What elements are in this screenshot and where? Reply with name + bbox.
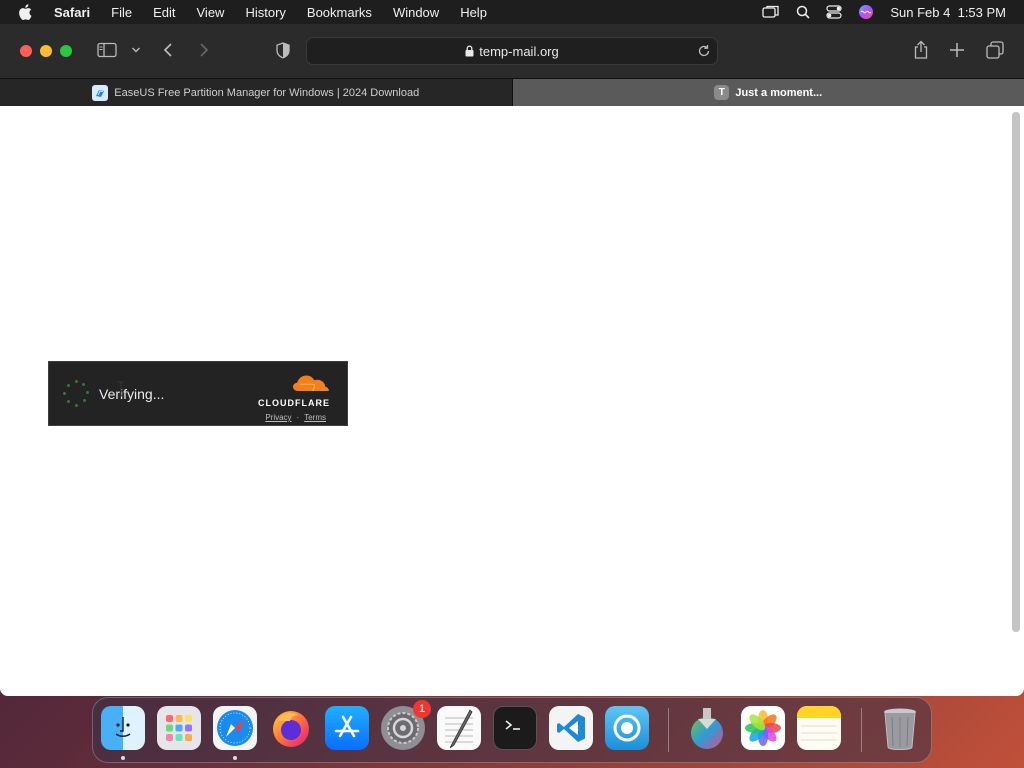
proxyman-icon[interactable] bbox=[605, 706, 649, 750]
loading-spinner-icon bbox=[61, 379, 91, 409]
minimize-window-button[interactable] bbox=[40, 45, 52, 57]
text-cursor-icon bbox=[116, 381, 126, 402]
reload-icon[interactable] bbox=[697, 44, 711, 58]
easeus-icon bbox=[92, 84, 109, 101]
downloads-icon[interactable] bbox=[685, 706, 729, 750]
privacy-link[interactable]: Privacy bbox=[265, 413, 291, 422]
finder-running-indicator bbox=[121, 756, 125, 760]
siri-icon[interactable] bbox=[858, 4, 874, 20]
notification-badge: 1 bbox=[413, 700, 431, 718]
tab-easeus[interactable]: EaseUS Free Partition Manager for Window… bbox=[0, 79, 513, 106]
menu-bar: Safari File Edit View History Bookmarks … bbox=[0, 0, 1024, 24]
sidebar-toggle-icon[interactable] bbox=[97, 42, 117, 58]
vscode-icon[interactable] bbox=[549, 706, 593, 750]
photos-icon[interactable] bbox=[741, 706, 785, 750]
verification-status: Verifying... bbox=[99, 385, 165, 402]
safari-window: temp-mail.org EaseUS Free Partition Mana… bbox=[0, 24, 1024, 696]
apple-menu-icon[interactable] bbox=[18, 4, 38, 20]
forward-button[interactable] bbox=[198, 42, 210, 58]
close-window-button[interactable] bbox=[20, 45, 32, 57]
address-bar[interactable]: temp-mail.org bbox=[306, 37, 718, 65]
new-tab-icon[interactable] bbox=[949, 42, 965, 58]
launchpad-icon[interactable] bbox=[157, 706, 201, 750]
privacy-shield-icon[interactable] bbox=[275, 42, 291, 59]
lock-icon bbox=[465, 45, 474, 57]
safari-icon[interactable] bbox=[213, 706, 257, 750]
zoom-window-button[interactable] bbox=[60, 45, 72, 57]
cloudflare-logo-text: CLOUDFLARE bbox=[258, 398, 330, 408]
cloudflare-links: Privacy · Terms bbox=[265, 413, 326, 422]
browser-toolbar: temp-mail.org bbox=[0, 24, 1024, 78]
menu-app-name[interactable]: Safari bbox=[54, 5, 90, 20]
screen-mirroring-icon[interactable] bbox=[762, 5, 780, 19]
address-text: temp-mail.org bbox=[479, 43, 559, 59]
dock-separator bbox=[861, 708, 862, 752]
menu-help[interactable]: Help bbox=[460, 5, 487, 20]
menu-view[interactable]: View bbox=[197, 5, 225, 20]
tab-bar: EaseUS Free Partition Manager for Window… bbox=[0, 78, 1024, 106]
tab-title: EaseUS Free Partition Manager for Window… bbox=[114, 86, 420, 99]
notes-icon[interactable] bbox=[797, 706, 841, 750]
control-center-icon[interactable] bbox=[826, 5, 842, 19]
terms-link[interactable]: Terms bbox=[304, 413, 326, 422]
tab-just-a-moment[interactable]: T Just a moment... bbox=[512, 79, 1024, 106]
menu-window[interactable]: Window bbox=[393, 5, 439, 20]
menu-history[interactable]: History bbox=[245, 5, 285, 20]
chevron-down-icon[interactable] bbox=[131, 46, 141, 54]
dock: 1 bbox=[92, 697, 932, 763]
vertical-scrollbar[interactable] bbox=[1012, 112, 1020, 632]
trash-icon[interactable] bbox=[878, 706, 922, 750]
tab-title: Just a moment... bbox=[735, 86, 823, 99]
safari-running-indicator bbox=[233, 756, 237, 760]
spotlight-search-icon[interactable] bbox=[796, 5, 810, 19]
tab-favicon-t: T bbox=[714, 85, 730, 100]
back-button[interactable] bbox=[162, 42, 174, 58]
menu-file[interactable]: File bbox=[111, 5, 132, 20]
finder-icon[interactable] bbox=[101, 706, 145, 750]
system-settings-icon[interactable]: 1 bbox=[381, 700, 431, 750]
page-content: Verifying... CLOUDFLARE Privacy · Terms bbox=[0, 106, 1024, 696]
firefox-icon[interactable] bbox=[269, 706, 313, 750]
tab-overview-icon[interactable] bbox=[986, 41, 1004, 59]
menubar-clock[interactable]: Sun Feb 4 1:53 PM bbox=[890, 5, 1006, 20]
cloudflare-branding: CLOUDFLARE Privacy · Terms bbox=[258, 374, 330, 422]
app-store-icon[interactable] bbox=[325, 706, 369, 750]
links-separator: · bbox=[296, 413, 300, 422]
menu-edit[interactable]: Edit bbox=[153, 5, 175, 20]
cloudflare-challenge-widget[interactable]: Verifying... CLOUDFLARE Privacy · Terms bbox=[48, 361, 348, 426]
window-controls bbox=[20, 45, 72, 57]
cloudflare-cloud-icon bbox=[292, 374, 330, 397]
menu-bookmarks[interactable]: Bookmarks bbox=[307, 5, 372, 20]
terminal-icon[interactable] bbox=[493, 706, 537, 750]
dock-separator bbox=[668, 708, 669, 752]
textedit-icon[interactable] bbox=[437, 706, 481, 750]
share-icon[interactable] bbox=[912, 40, 930, 60]
